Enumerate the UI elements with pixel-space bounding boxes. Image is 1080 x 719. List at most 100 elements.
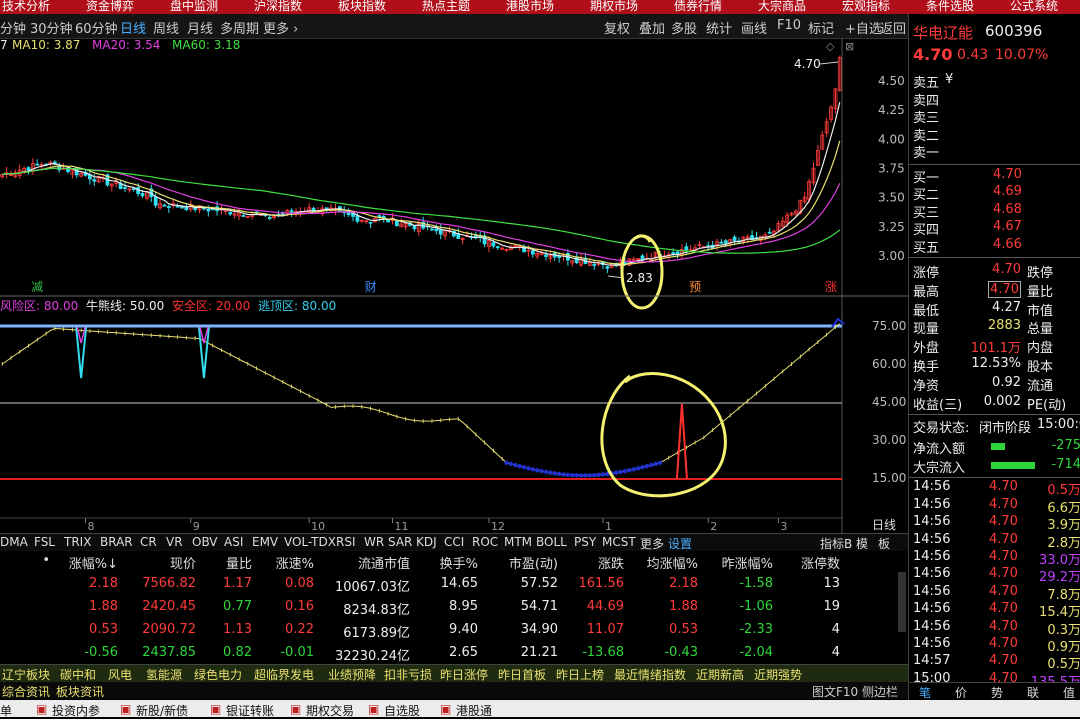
candle-body (592, 264, 597, 266)
top-menu-item[interactable]: 技术分析 (2, 0, 50, 14)
indicator-tab[interactable]: FSL (34, 535, 55, 549)
top-menu-item[interactable]: 热点主题 (422, 0, 470, 14)
sector-tab[interactable]: 昨日首板 (498, 666, 546, 683)
indicator-tab[interactable]: ROC (472, 535, 498, 549)
sector-tab[interactable]: 超临界发电 (254, 666, 314, 683)
indicator-tab[interactable]: PSY (574, 535, 596, 549)
toolbar-button[interactable]: 多股 (671, 18, 697, 37)
top-menu-item[interactable]: 板块指数 (338, 0, 386, 14)
table-header[interactable]: 涨幅%↓ (69, 553, 118, 572)
toolbar-button[interactable]: 叠加 (639, 18, 665, 37)
sector-tab[interactable]: 风电 (108, 666, 132, 683)
sector-tab[interactable]: 昨日上榜 (556, 666, 604, 683)
bottom-tab[interactable]: 新股/新债 (136, 702, 188, 719)
top-menu-item[interactable]: 条件选股 (926, 0, 974, 14)
indicator-tab[interactable]: MCST (602, 535, 636, 549)
table-header[interactable]: 涨停数 (801, 553, 840, 572)
table-cell: 6173.89亿 (343, 626, 410, 641)
indicator-tab[interactable]: BOLL (536, 535, 567, 549)
period-tab[interactable]: 30分钟 (30, 18, 73, 37)
bottom-tab[interactable]: 港股通 (456, 702, 492, 719)
bottom-tab[interactable]: 自选股 (384, 702, 420, 719)
indicator-tab[interactable]: TRIX (64, 535, 91, 549)
sector-tab[interactable]: 业绩预降 (328, 666, 376, 683)
toolbar-button[interactable]: 统计 (706, 18, 732, 37)
indicator-tab[interactable]: ASI (224, 535, 243, 549)
toolbar-button[interactable]: 返回 (880, 18, 906, 37)
sector-tab[interactable]: 昨日涨停 (440, 666, 488, 683)
period-tab[interactable]: 多周期 (220, 18, 259, 37)
toolbar-button[interactable]: +自选 (845, 18, 882, 37)
table-cell: 0.16 (285, 599, 314, 614)
sector-tab[interactable]: 最近情绪指数 (614, 666, 686, 683)
sector-tab[interactable]: 绿色电力 (194, 666, 242, 683)
table-header[interactable]: 涨跌 (598, 553, 624, 572)
period-tab[interactable]: 月线 (187, 18, 213, 37)
period-tab[interactable]: 周线 (153, 18, 179, 37)
indicator-tab[interactable]: VR (166, 535, 183, 549)
table-header[interactable]: 流通市值 (358, 553, 410, 572)
right-bottom-tab[interactable]: 笔 (919, 684, 931, 701)
top-menu-item[interactable]: 资金博弈 (86, 0, 134, 14)
indicator-tab[interactable]: KDJ (416, 535, 437, 549)
period-tab[interactable]: 更多 › (263, 18, 298, 37)
period-tab[interactable]: 分钟 (0, 18, 26, 37)
indicator-tab[interactable]: BRAR (100, 535, 133, 549)
sector-tab[interactable]: 近期新高 (696, 666, 744, 683)
top-menu-item[interactable]: 期权市场 (590, 0, 638, 14)
period-tab[interactable]: 60分钟 (75, 18, 118, 37)
indicator-tab[interactable]: EMV (252, 535, 278, 549)
right-bottom-tab[interactable]: 势 (991, 684, 1003, 701)
indicator-tab[interactable]: RSI (336, 535, 356, 549)
table-header[interactable]: • (42, 553, 50, 568)
top-menu-item[interactable]: 大宗商品 (758, 0, 806, 14)
top-menu-item[interactable]: 公式系统 (1010, 0, 1058, 14)
toolbar-button[interactable]: 复权 (604, 18, 630, 37)
bottom-tab[interactable]: 期权交易 (306, 702, 354, 719)
sector-tab[interactable]: 碳中和 (60, 666, 96, 683)
period-tab[interactable]: 日线 (120, 18, 146, 37)
bottom-tab[interactable]: 投资内参 (52, 702, 100, 719)
indicator-tab[interactable]: OBV (192, 535, 218, 549)
top-menu-item[interactable]: 沪深指数 (254, 0, 302, 14)
table-header[interactable]: 现价 (170, 553, 196, 572)
bottom-tab[interactable]: 单 (0, 702, 12, 719)
table-header[interactable]: 量比 (226, 553, 252, 572)
right-bottom-tab[interactable]: 价 (955, 684, 967, 701)
table-header[interactable]: 市盈(动) (509, 553, 558, 572)
indicator-tab[interactable]: CR (140, 535, 157, 549)
indicator-tab[interactable]: WR (364, 535, 384, 549)
top-menu-item[interactable]: 港股市场 (506, 0, 554, 14)
tick-volume: 0.5万 (1047, 657, 1080, 673)
tab-sector-info[interactable]: 板块资讯 (56, 683, 104, 700)
indicator-tab[interactable]: SAR (388, 535, 412, 549)
bottom-tab[interactable]: 银证转账 (226, 702, 274, 719)
kline-chart[interactable]: 4.50 4.25 4.00 3.75 3.50 3.25 3.00 ◇ ⊠ 4.70 2.83 减 财… (0, 38, 908, 533)
indicator-tab[interactable]: CCI (444, 535, 464, 549)
indicator-tab[interactable]: DMA (0, 535, 28, 549)
tab-composite-info[interactable]: 综合资讯 (2, 683, 50, 700)
candle-body (671, 252, 676, 255)
table-header[interactable]: 昨涨幅% (722, 553, 773, 572)
table-header[interactable]: 涨速% (276, 553, 314, 572)
sector-tab[interactable]: 辽宁板块 (2, 666, 50, 683)
indicator-tab[interactable]: VOL-TDX (284, 535, 336, 549)
top-menu-item[interactable]: 债券行情 (674, 0, 722, 14)
right-bottom-tab[interactable]: 联 (1027, 684, 1039, 701)
oversold-dot (583, 473, 588, 478)
toolbar-button[interactable]: 画线 (741, 18, 767, 37)
table-header[interactable]: 换手% (440, 553, 478, 572)
sector-tab[interactable]: 扣非亏损 (384, 666, 432, 683)
table-header[interactable]: 均涨幅% (647, 553, 698, 572)
toolbar-button[interactable]: 标记 (808, 18, 834, 37)
table-scrollbar[interactable] (898, 572, 906, 632)
right-bottom-tab[interactable]: 值 (1063, 684, 1075, 701)
indicator-tab[interactable]: MTM (504, 535, 532, 549)
sector-tab[interactable]: 近期强势 (754, 666, 802, 683)
f10-button[interactable]: 图文F10 (812, 683, 858, 700)
sector-tab[interactable]: 氢能源 (146, 666, 182, 683)
sidebar-button[interactable]: 侧边栏 (862, 683, 898, 700)
top-menu-item[interactable]: 盘中监测 (170, 0, 218, 14)
top-menu-item[interactable]: 宏观指标 (842, 0, 890, 14)
toolbar-button[interactable]: F10 (777, 18, 801, 33)
